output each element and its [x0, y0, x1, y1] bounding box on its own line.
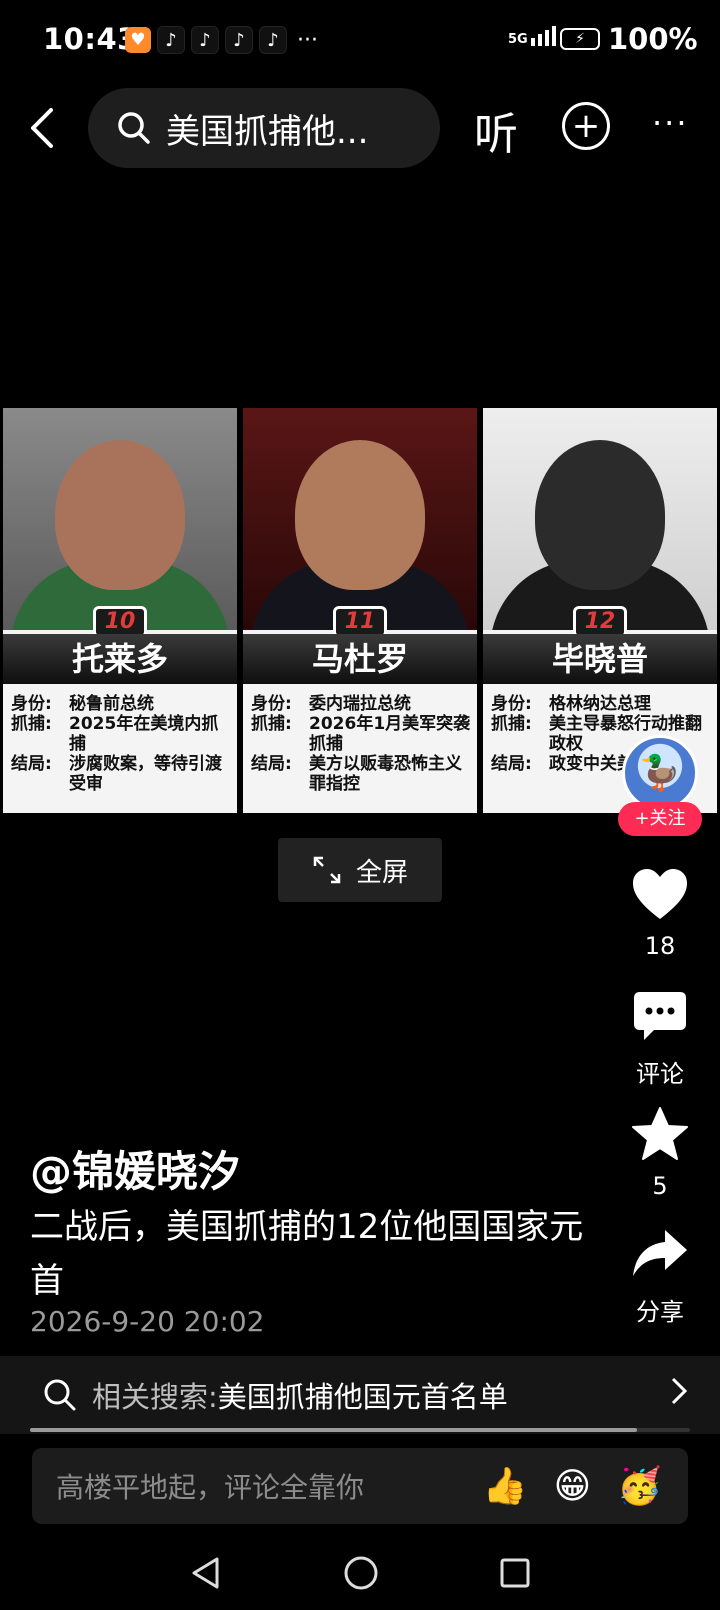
search-icon [40, 1375, 80, 1415]
search-icon [114, 108, 154, 148]
search-query-text: 美国抓捕他... [166, 111, 369, 152]
thumbs-up-emoji-button[interactable]: 👍 [483, 1465, 528, 1507]
comment-placeholder: 高楼平地起，评论全靠你 [56, 1471, 365, 1504]
comment-action[interactable]: 评论 [620, 984, 700, 1089]
follow-button[interactable]: +关注 [618, 802, 702, 836]
post-image[interactable]: 10 托莱多 身份: 秘鲁前总统 抓捕: 2025年在美境内抓捕 结局: 涉腐败案，等… [0, 408, 720, 813]
nav-home-button[interactable] [343, 1555, 379, 1595]
share-action[interactable]: 分享 [620, 1222, 700, 1327]
square-recents-icon [500, 1558, 530, 1588]
more-notifications-indicator: ··· [297, 27, 318, 53]
related-search-bar[interactable]: 相关搜索:美国抓捕他国元首名单 [0, 1356, 720, 1434]
star-icon [620, 1102, 700, 1166]
tiktok-notification-icon: ♪ [259, 26, 287, 54]
video-progress-bar[interactable] [30, 1428, 690, 1432]
leader-info: 身份: 委内瑞拉总统 抓捕: 2026年1月美军突袭抓捕 结局: 美方以贩毒恐怖主义罪… [251, 694, 471, 794]
share-label: 分享 [636, 1298, 684, 1326]
related-search-prefix: 相关搜索: [92, 1380, 218, 1414]
plus-icon: + [571, 106, 601, 146]
clock: 10:43 [43, 22, 138, 56]
back-button[interactable] [20, 100, 64, 156]
post-date: 2026-9-20 20:02 [30, 1305, 265, 1338]
more-menu-button[interactable]: ··· [652, 104, 689, 142]
post-description: 二战后，美国抓捕的12位他国国家元首 [30, 1207, 584, 1301]
leader-photo [243, 408, 477, 630]
grin-emoji-button[interactable]: 😁 [554, 1466, 592, 1507]
nav-recents-button[interactable] [499, 1557, 531, 1593]
listen-button[interactable]: 听 [474, 98, 518, 162]
circle-home-icon [344, 1556, 378, 1590]
party-emoji-button[interactable]: 🥳 [617, 1465, 662, 1507]
leader-photo [483, 408, 717, 630]
expand-icon [313, 856, 341, 884]
fullscreen-button[interactable]: 全屏 [278, 838, 442, 902]
favorite-action[interactable]: 5 [620, 1102, 700, 1200]
battery-percent: 100% [608, 22, 698, 56]
author-name[interactable]: @锦媛晓汐 [30, 1138, 240, 1199]
like-count: 18 [644, 932, 676, 960]
comment-icon [620, 984, 700, 1048]
triangle-back-icon [192, 1557, 219, 1589]
leader-name: 毕晓普 [483, 634, 717, 684]
status-bar: 10:43 ♥ ♪ ♪ ♪ ♪ ··· 5G ⚡ 100% [0, 0, 720, 84]
favorite-count: 5 [652, 1172, 668, 1200]
like-action[interactable]: 18 [620, 862, 700, 960]
leader-card: 11 马杜罗 身份: 委内瑞拉总统 抓捕: 2026年1月美军突袭抓捕 结局: 美方以… [240, 408, 480, 813]
share-icon [620, 1222, 700, 1286]
app-notification-icon: ♥ [125, 27, 151, 53]
system-nav-bar [0, 1540, 720, 1610]
tiktok-notification-icon: ♪ [157, 26, 185, 54]
signal-icon: 5G [508, 26, 556, 46]
author-avatar[interactable]: 🦆 [622, 735, 698, 811]
battery-icon: ⚡ [560, 28, 600, 50]
search-bar[interactable]: 美国抓捕他... [88, 88, 440, 168]
leader-name: 托莱多 [3, 634, 237, 684]
comment-label: 评论 [636, 1060, 684, 1088]
comment-input[interactable]: 高楼平地起，评论全靠你 👍 😁 🥳 [32, 1448, 688, 1524]
leader-name: 马杜罗 [243, 634, 477, 684]
chevron-left-icon [31, 108, 53, 148]
tiktok-notification-icon: ♪ [191, 26, 219, 54]
nav-back-button[interactable] [189, 1556, 223, 1594]
leader-card: 10 托莱多 身份: 秘鲁前总统 抓捕: 2025年在美境内抓捕 结局: 涉腐败案，等… [0, 408, 240, 813]
fullscreen-label: 全屏 [355, 857, 408, 888]
chevron-right-icon [670, 1376, 688, 1414]
leader-info: 身份: 秘鲁前总统 抓捕: 2025年在美境内抓捕 结局: 涉腐败案，等待引渡受审 [11, 694, 222, 794]
heart-icon [620, 862, 700, 926]
network-type: 5G [508, 32, 528, 47]
add-button[interactable]: + [562, 102, 610, 150]
leader-photo [3, 408, 237, 630]
notification-icons: ♥ ♪ ♪ ♪ ♪ ··· [125, 26, 318, 54]
progress-fill [30, 1428, 638, 1432]
tiktok-notification-icon: ♪ [225, 26, 253, 54]
related-search-query: 美国抓捕他国元首名单 [217, 1380, 508, 1414]
